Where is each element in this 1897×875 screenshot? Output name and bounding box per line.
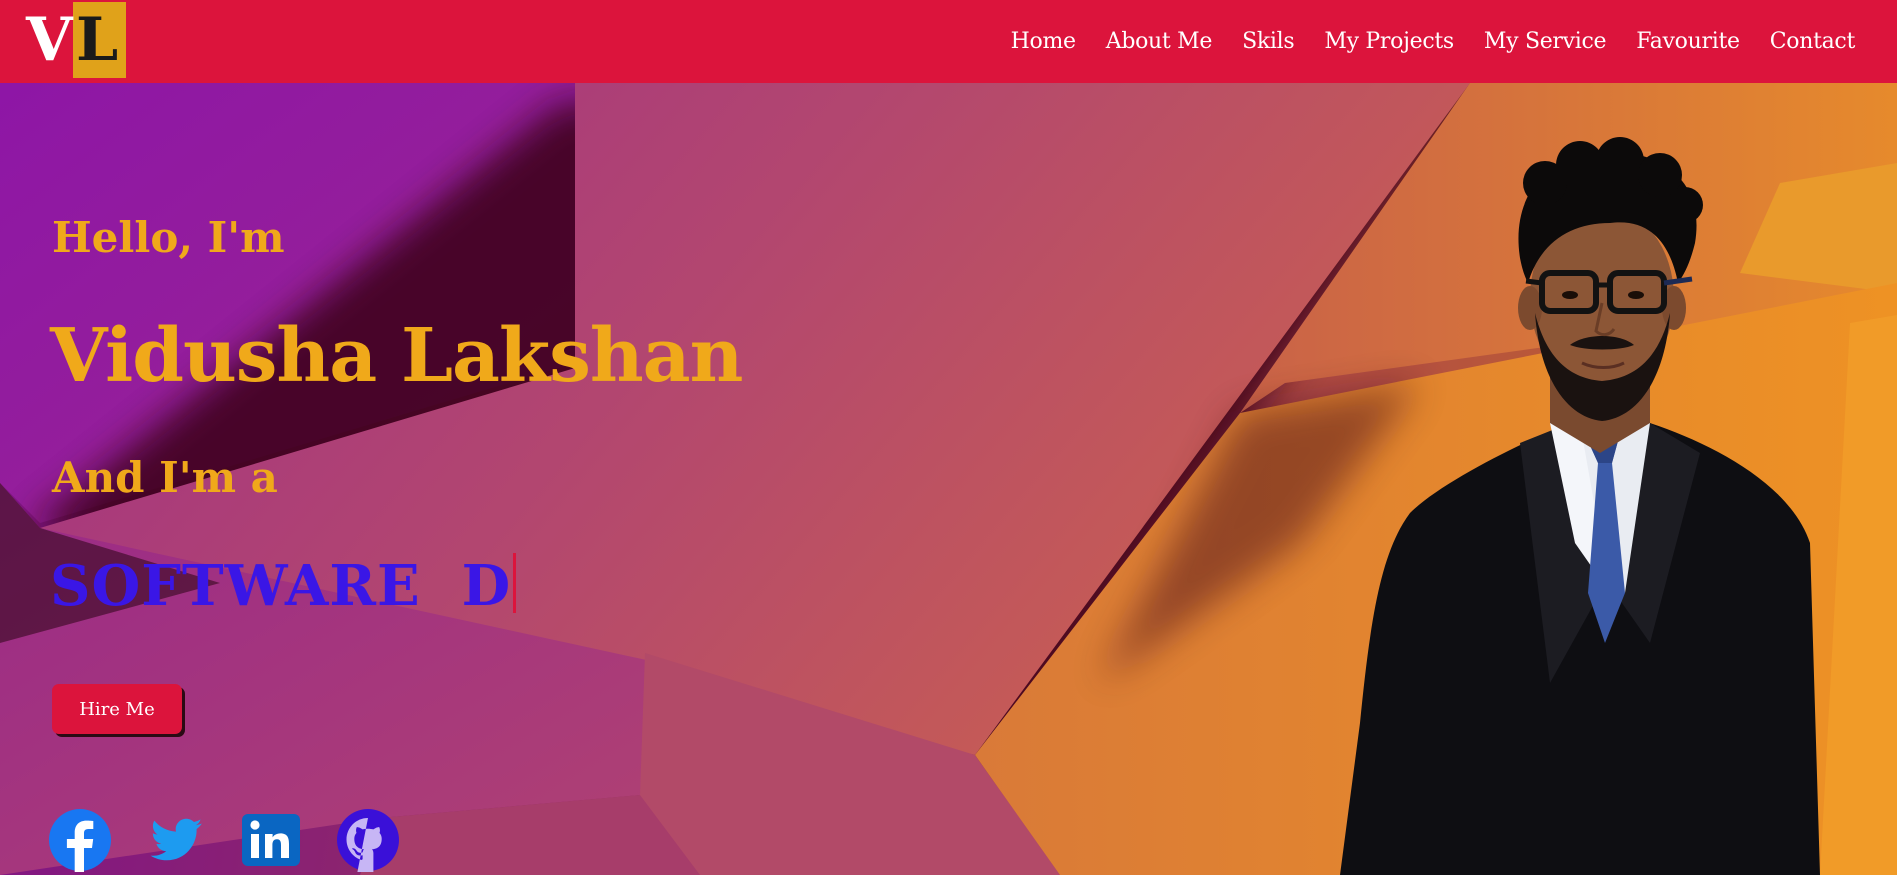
logo-letter-v: V [26, 5, 73, 75]
hero-name: Vidusha Lakshan [50, 313, 743, 399]
site-logo[interactable]: V L [26, 2, 126, 78]
nav-my-service[interactable]: My Service [1484, 29, 1607, 54]
profile-photo [1340, 137, 1820, 875]
hire-me-button[interactable]: Hire Me [52, 684, 182, 734]
main-nav: Home About Me Skils My Projects My Servi… [1011, 0, 1856, 83]
hero-section: Hello, I'm Vidusha Lakshan And I'm a SOF… [0, 83, 1897, 875]
linkedin-icon[interactable] [240, 808, 304, 872]
role-typed-text: SOFTWARE D [50, 553, 512, 619]
nav-home[interactable]: Home [1011, 29, 1076, 54]
twitter-icon[interactable] [144, 808, 208, 872]
top-navbar: V L Home About Me Skils My Projects My S… [0, 0, 1897, 83]
social-links [48, 808, 400, 872]
nav-my-projects[interactable]: My Projects [1324, 29, 1454, 54]
nav-skills[interactable]: Skils [1242, 29, 1295, 54]
nav-about-me[interactable]: About Me [1106, 29, 1213, 54]
hero-role-typing: SOFTWARE D [50, 553, 517, 619]
facebook-icon[interactable] [48, 808, 112, 872]
typing-cursor [513, 553, 517, 613]
nav-favourite[interactable]: Favourite [1636, 29, 1740, 54]
github-icon[interactable] [336, 808, 400, 872]
nav-contact[interactable]: Contact [1770, 29, 1856, 54]
hero-greeting: Hello, I'm [52, 213, 285, 262]
portfolio-page: V L Home About Me Skils My Projects My S… [0, 0, 1897, 875]
hero-subtitle: And I'm a [52, 453, 278, 502]
logo-letter-l: L [76, 5, 119, 75]
